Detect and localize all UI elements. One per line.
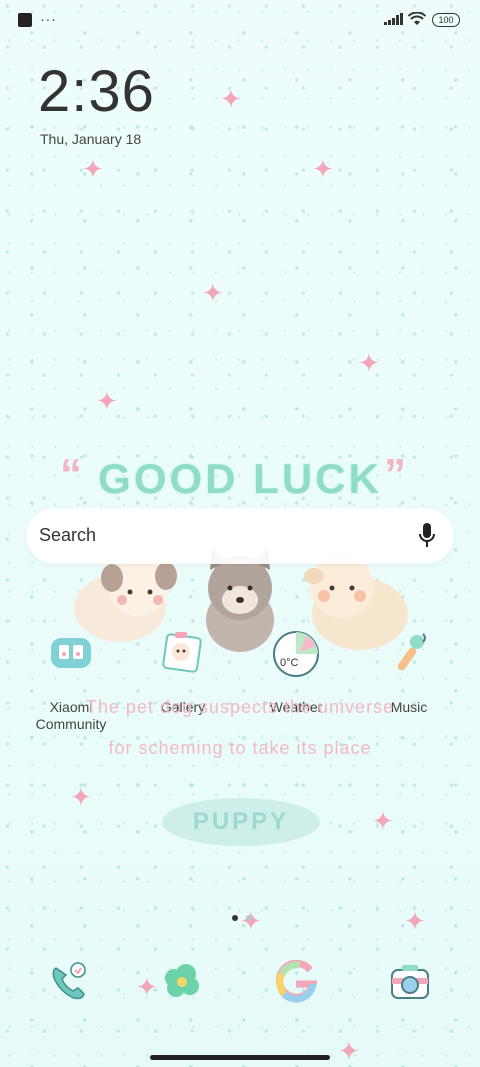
sparkle-icon: ✦ (312, 154, 334, 184)
sparkle-icon: ✦ (338, 1036, 360, 1066)
sparkle-icon: ✦ (70, 782, 92, 812)
clock-time[interactable]: 2:36 (38, 58, 155, 125)
sparkle-icon: ✦ (82, 154, 104, 184)
notification-icon (18, 13, 32, 27)
camera-icon[interactable] (388, 960, 432, 1004)
wifi-icon (408, 12, 426, 25)
page-dot-active (232, 915, 238, 921)
phone-icon[interactable] (46, 960, 90, 1004)
clock-date[interactable]: Thu, January 18 (40, 131, 141, 147)
status-bar: ··· 100 (0, 8, 480, 32)
sparkle-icon: ✦ (404, 906, 426, 936)
wallpaper-title: GOOD LUCK (98, 455, 382, 502)
wallpaper-caption-line2: for scheming to take its place (108, 738, 372, 758)
wallpaper-badge: PUPPY (162, 798, 320, 846)
wallpaper-caption-line1: The pet dog suspects the universe (85, 697, 395, 717)
xiaomi-community-icon (51, 638, 91, 668)
page-dot (246, 915, 252, 921)
google-icon[interactable] (274, 960, 318, 1004)
weather-temperature: 0°C (280, 657, 299, 669)
sparkle-icon: ✦ (96, 386, 118, 416)
page-indicator[interactable] (228, 908, 256, 926)
microphone-icon[interactable] (418, 522, 436, 550)
cellular-signal-icon (384, 13, 403, 25)
music-icon (397, 633, 426, 671)
gallery-icon (162, 632, 202, 673)
sparkle-icon: ✦ (136, 972, 158, 1002)
messages-icon[interactable] (160, 960, 204, 1004)
home-gesture-bar[interactable] (150, 1055, 330, 1060)
sparkle-icon: ✦ (202, 278, 224, 308)
weather-icon: 0°C (273, 631, 319, 677)
sparkle-icon: ✦ (372, 806, 394, 836)
sparkle-icon: ✦ (358, 348, 380, 378)
more-notifications-indicator: ··· (40, 11, 57, 27)
sparkle-icon: ✦ (220, 84, 242, 114)
search-bar[interactable]: Search (26, 508, 454, 564)
battery-indicator: 100 (432, 13, 460, 27)
search-placeholder: Search (39, 525, 97, 545)
